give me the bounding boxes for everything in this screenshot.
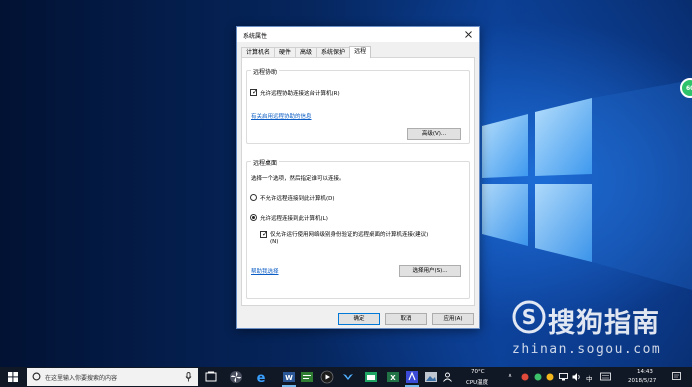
watermark-brand: 搜狗指南	[548, 308, 660, 339]
screenshot-tool-icon[interactable]	[405, 370, 419, 384]
image-viewer-icon[interactable]	[424, 370, 438, 384]
allow-remote-radio[interactable]	[250, 214, 257, 221]
nla-only-label[interactable]: 仅允许运行使用网络级别身份验证的远程桌面的计算机连接(建议)	[270, 230, 428, 238]
svg-text:X: X	[390, 374, 396, 382]
fan-app-icon[interactable]	[229, 370, 243, 384]
taskbar: 在这里输入你要搜索的内容 e W X 70°C CPU温度 ∧ 中 14:43 …	[0, 367, 692, 387]
svg-text:e: e	[257, 371, 266, 384]
checkmark-icon: ✓	[252, 88, 258, 96]
word-icon[interactable]: W	[282, 370, 296, 384]
dialog-titlebar[interactable]: 系统属性	[237, 27, 479, 42]
media-player-icon[interactable]	[320, 370, 334, 384]
svg-text:S: S	[522, 305, 536, 329]
remote-desktop-title: 远程桌面	[251, 158, 280, 167]
chevron-up-icon[interactable]: ∧	[508, 373, 512, 379]
windows-start-icon	[8, 372, 18, 382]
remote-assistance-title: 远程协助	[251, 67, 280, 76]
dialog-title: 系统属性	[243, 33, 268, 40]
remote-assistance-group: 远程协助 ✓ 允许远程协助连接这台计算机(R) 有关启用远程协助的信息 高级(V…	[246, 67, 470, 144]
planner-icon[interactable]	[300, 370, 314, 384]
remote-desktop-instruction: 选择一个选项，然后指定谁可以连接。	[251, 176, 345, 182]
sync-tray-icon[interactable]	[546, 373, 554, 381]
app-tray-icon[interactable]	[521, 373, 529, 381]
remote-desktop-group: 远程桌面 选择一个选项，然后指定谁可以连接。 不允许远程连接到此计算机(D) 允…	[246, 158, 470, 299]
disallow-remote-radio[interactable]	[250, 194, 257, 201]
people-icon[interactable]	[443, 372, 452, 382]
tab-remote[interactable]: 远程	[349, 46, 372, 58]
disallow-remote-label[interactable]: 不允许远程连接到此计算机(D)	[260, 194, 335, 202]
volume-icon[interactable]	[572, 372, 581, 382]
microphone-icon[interactable]	[185, 372, 192, 382]
keyboard-icon[interactable]	[600, 372, 611, 381]
task-view-icon[interactable]	[204, 370, 218, 384]
allow-remote-label[interactable]: 允许远程连接到此计算机(L)	[260, 214, 328, 222]
remote-tab-panel: 远程协助 ✓ 允许远程协助连接这台计算机(R) 有关启用远程协助的信息 高级(V…	[241, 57, 475, 306]
calendar-app-icon[interactable]	[364, 370, 378, 384]
help-me-choose-link[interactable]: 帮助我选择	[251, 267, 279, 275]
nla-only-label-hotkey: (N)	[270, 239, 279, 245]
bird-app-icon[interactable]	[341, 370, 355, 384]
close-icon	[464, 31, 472, 38]
taskbar-search-box[interactable]: 在这里输入你要搜索的内容	[27, 368, 198, 386]
svg-text:W: W	[285, 374, 293, 382]
cancel-button[interactable]: 取消	[385, 313, 427, 325]
sogou-logo-icon: S	[512, 300, 546, 334]
allow-remote-assistance-checkbox[interactable]: ✓	[250, 88, 258, 96]
checkmark-icon: ✓	[262, 230, 268, 238]
close-button[interactable]	[457, 27, 479, 42]
notification-icon[interactable]	[672, 372, 681, 381]
system-properties-dialog: 系统属性 计算机名 硬件 高级 系统保护 远程 远程协助 ✓ 允许远程协助连接这…	[236, 26, 480, 329]
input-method-indicator[interactable]: 中	[586, 373, 593, 383]
excel-icon[interactable]: X	[386, 370, 400, 384]
search-icon	[32, 372, 41, 381]
cpu-temperature-label: CPU温度	[466, 380, 489, 386]
advanced-button[interactable]: 高级(V)...	[407, 128, 461, 140]
ok-button[interactable]: 确定	[338, 313, 380, 325]
start-button[interactable]	[0, 367, 26, 387]
clock-date[interactable]: 2018/5/27	[628, 378, 656, 384]
nla-only-checkbox[interactable]: ✓	[260, 230, 268, 238]
watermark-url: zhinan.sogou.com	[512, 342, 662, 357]
allow-remote-assistance-label[interactable]: 允许远程协助连接这台计算机(R)	[260, 89, 340, 97]
remote-assistance-info-link[interactable]: 有关启用远程协助的信息	[251, 112, 312, 120]
edge-browser-icon[interactable]: e	[254, 370, 268, 384]
network-icon[interactable]	[559, 373, 568, 381]
search-placeholder: 在这里输入你要搜索的内容	[45, 375, 118, 382]
cpu-temperature[interactable]: 70°C	[471, 369, 485, 375]
clock-time[interactable]: 14:43	[637, 369, 653, 375]
security-tray-icon[interactable]	[534, 373, 542, 381]
apply-button[interactable]: 应用(A)	[432, 313, 474, 325]
radio-selected-dot	[252, 216, 255, 219]
select-users-button[interactable]: 选择用户(S)...	[399, 265, 461, 277]
